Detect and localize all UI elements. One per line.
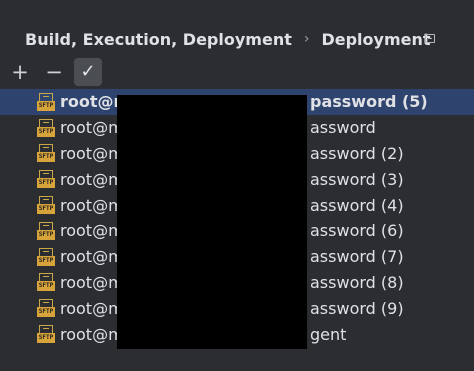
sftp-server-icon: SFTP bbox=[37, 221, 55, 240]
server-name-suffix: gent bbox=[310, 324, 347, 344]
sftp-server-icon: SFTP bbox=[37, 118, 55, 137]
sftp-server-icon: SFTP bbox=[37, 92, 55, 111]
add-server-button[interactable]: + bbox=[6, 58, 34, 86]
sftp-server-icon: SFTP bbox=[37, 325, 55, 344]
toolbar: + − ✓ bbox=[6, 58, 108, 86]
breadcrumb-parent[interactable]: Build, Execution, Deployment bbox=[25, 30, 292, 49]
server-name-suffix: assword (2) bbox=[310, 143, 404, 163]
chevron-right-icon: › bbox=[303, 31, 310, 47]
sftp-server-icon: SFTP bbox=[37, 170, 55, 189]
server-name-suffix: assword (4) bbox=[310, 195, 404, 215]
server-name-suffix: assword (6) bbox=[310, 221, 404, 241]
breadcrumb: Build, Execution, Deployment › Deploymen… bbox=[25, 28, 431, 50]
redaction-overlay bbox=[117, 95, 307, 349]
server-name-suffix: assword (7) bbox=[310, 247, 404, 267]
server-name-suffix: password (5) bbox=[310, 92, 428, 112]
server-name-suffix: assword bbox=[310, 118, 376, 138]
sftp-server-icon: SFTP bbox=[37, 247, 55, 266]
sftp-server-icon: SFTP bbox=[37, 273, 55, 292]
server-name-suffix: assword (9) bbox=[310, 298, 404, 318]
server-name-suffix: assword (3) bbox=[310, 169, 404, 189]
sftp-server-icon: SFTP bbox=[37, 196, 55, 215]
apply-button[interactable]: ✓ bbox=[74, 58, 102, 86]
remove-server-button[interactable]: − bbox=[40, 58, 68, 86]
sftp-server-icon: SFTP bbox=[37, 144, 55, 163]
collapse-panel-icon[interactable] bbox=[425, 34, 435, 43]
server-name-suffix: assword (8) bbox=[310, 272, 404, 292]
page-title: Deployment bbox=[321, 29, 431, 49]
sftp-server-icon: SFTP bbox=[37, 299, 55, 318]
